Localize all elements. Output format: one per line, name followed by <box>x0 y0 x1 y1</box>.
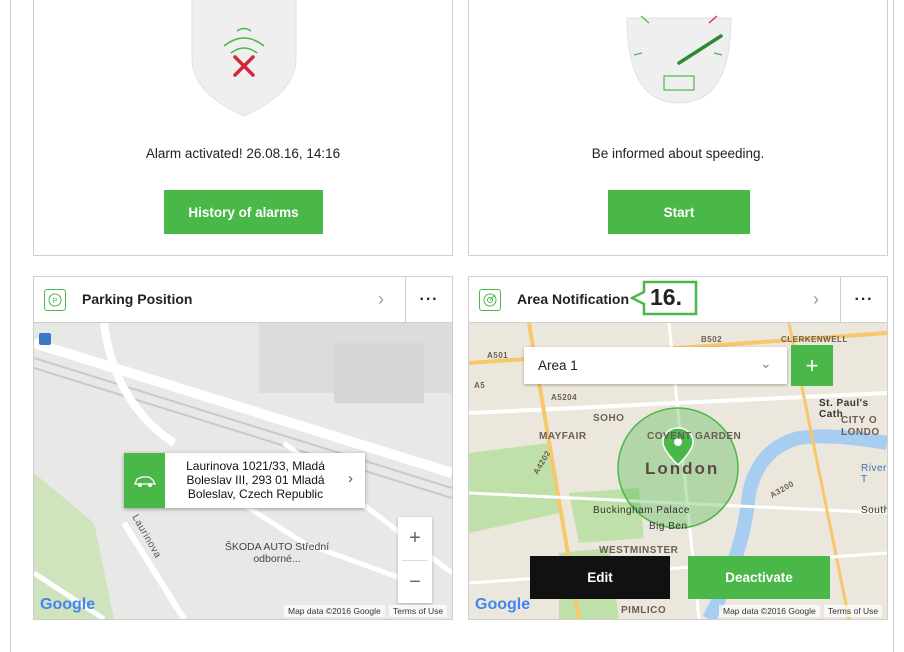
map-label: COVENT GARDEN <box>647 431 742 442</box>
parking-position-card: P Parking Position › ··· Laurinova ŠKODA… <box>33 276 453 620</box>
chevron-right-icon[interactable]: › <box>348 470 353 487</box>
parking-card-header: P Parking Position › ··· <box>34 277 452 323</box>
parking-map[interactable]: Laurinova ŠKODA AUTO Střední odborné... … <box>34 323 452 619</box>
map-label: Buckingham Palace <box>593 505 690 516</box>
parking-icon: P <box>44 289 66 311</box>
chevron-down-icon: ⌄ <box>760 355 772 371</box>
speed-status-text: Be informed about speeding. <box>591 146 765 161</box>
area-select-value: Area 1 <box>538 358 578 373</box>
map-label: SOHO <box>593 413 625 424</box>
svg-text:P: P <box>53 298 58 305</box>
map-label: WESTMINSTER <box>599 545 679 556</box>
edit-button[interactable]: Edit <box>530 556 670 599</box>
map-label: A501 <box>487 351 509 360</box>
google-logo: Google <box>40 596 96 613</box>
callout-number: 16. <box>650 284 682 310</box>
area-map[interactable]: London SOHO MAYFAIR COVENT GARDEN St. Pa… <box>469 323 887 619</box>
chevron-right-icon[interactable]: › <box>378 289 384 310</box>
zoom-control: + − <box>398 517 432 603</box>
history-of-alarms-button[interactable]: History of alarms <box>164 190 323 234</box>
terms-link[interactable]: Terms of Use <box>389 605 448 617</box>
speed-card: Be informed about speeding. Start <box>468 0 888 256</box>
map-data-text: Map data ©2016 Google <box>719 605 820 617</box>
area-notification-card: Area Notification › ··· London SOHO MAYF… <box>468 276 888 620</box>
alarm-card: Alarm activated! 26.08.16, 14:16 History… <box>33 0 453 256</box>
google-logo: Google <box>475 596 531 613</box>
map-label: Big Ben <box>649 521 688 532</box>
terms-link[interactable]: Terms of Use <box>824 605 883 617</box>
map-label: MAYFAIR <box>539 431 587 442</box>
address-popup[interactable]: Laurinova 1021/33, Mladá Boleslav III, 2… <box>124 453 365 508</box>
map-label: River T <box>861 463 887 485</box>
map-label: CITY O <box>841 415 878 426</box>
frame-border-right <box>893 0 894 652</box>
map-label: A5 <box>474 381 486 390</box>
map-label: South <box>861 505 887 516</box>
address-text: Laurinova 1021/33, Mladá Boleslav III, 2… <box>186 459 325 501</box>
speedometer-icon <box>626 15 732 104</box>
map-data-text: Map data ©2016 Google <box>284 605 385 617</box>
area-select[interactable]: Area 1 ⌄ <box>524 347 787 384</box>
deactivate-button[interactable]: Deactivate <box>688 556 830 599</box>
zoom-out-button[interactable]: − <box>398 561 432 604</box>
more-options-button[interactable]: ··· <box>841 277 887 322</box>
map-label: A5204 <box>551 393 578 402</box>
zoom-in-button[interactable]: + <box>398 517 432 560</box>
alarm-shield-icon <box>191 0 297 117</box>
chevron-right-icon[interactable]: › <box>813 289 819 310</box>
frame-border-left <box>10 0 11 652</box>
area-card-title[interactable]: Area Notification <box>517 291 629 307</box>
map-label: CLERKENWELL <box>781 335 848 344</box>
map-label: B502 <box>701 335 723 344</box>
start-button[interactable]: Start <box>608 190 750 234</box>
poi-label: ŠKODA AUTO Střední odborné... <box>224 541 330 565</box>
parking-card-title[interactable]: Parking Position <box>82 291 192 307</box>
add-area-button[interactable]: + <box>791 345 833 386</box>
more-options-button[interactable]: ··· <box>406 277 452 322</box>
map-label: LONDO <box>841 427 880 438</box>
map-label: PIMLICO <box>621 605 667 616</box>
alarm-status-text: Alarm activated! 26.08.16, 14:16 <box>145 146 341 161</box>
car-icon <box>124 453 165 508</box>
area-target-icon <box>479 289 501 311</box>
city-label: London <box>645 459 720 478</box>
